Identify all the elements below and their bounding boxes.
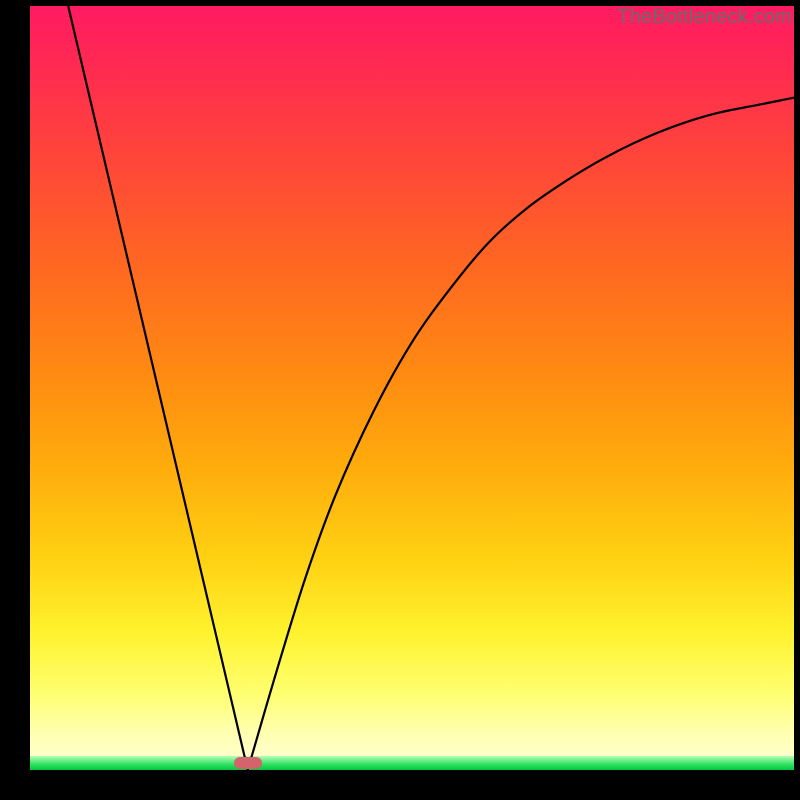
left-line [68,6,248,770]
chart-frame: TheBottleneck.com [0,0,800,800]
minimum-marker [234,757,262,769]
curve-svg [30,6,794,770]
right-curve [248,98,794,770]
plot-area [30,6,794,770]
watermark-text: TheBottleneck.com [617,6,792,29]
